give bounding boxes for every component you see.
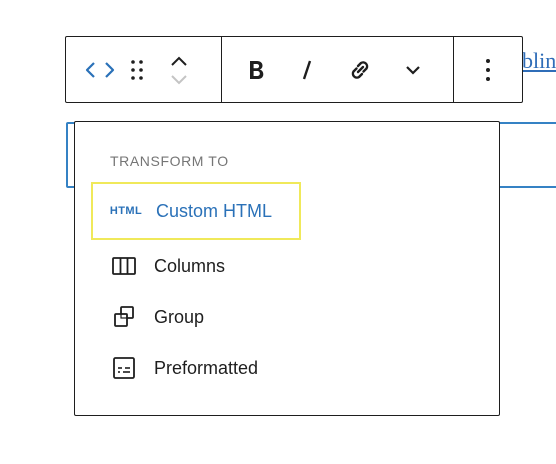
menu-item-custom-html[interactable]: HTML Custom HTML [91, 182, 301, 240]
menu-item-label: Custom HTML [156, 200, 273, 221]
transform-heading: TRANSFORM TO [110, 153, 229, 169]
italic-button[interactable] [295, 58, 319, 82]
chevron-down-icon[interactable] [169, 73, 189, 85]
group-icon [108, 304, 140, 330]
block-type-button[interactable] [84, 60, 116, 80]
menu-item-columns[interactable]: Columns [91, 237, 301, 295]
chevron-down-icon [406, 65, 420, 75]
html-icon-label: HTML [109, 205, 143, 217]
menu-item-preformatted[interactable]: Preformatted [91, 339, 301, 397]
menu-item-label: Preformatted [154, 357, 259, 378]
chevron-up-icon[interactable] [169, 55, 189, 67]
paragraph-link-text[interactable]: blin [522, 48, 556, 74]
code-icon [85, 61, 115, 78]
kebab-icon [486, 58, 490, 81]
menu-item-group[interactable]: Group [91, 288, 301, 346]
columns-icon [108, 255, 140, 277]
editor-canvas: blin TRANSFORM TO HTML Custom HTML Colum… [0, 0, 556, 464]
block-mover [167, 55, 191, 85]
bold-icon [250, 60, 264, 79]
drag-icon [131, 59, 143, 80]
bold-button[interactable] [244, 58, 268, 82]
link-button[interactable] [345, 56, 375, 84]
block-toolbar-group-options [454, 37, 522, 102]
block-toolbar-group-format [222, 37, 454, 102]
html-icon: HTML [110, 205, 142, 217]
preformatted-icon [108, 356, 140, 380]
menu-item-label: Group [154, 306, 205, 327]
transform-dropdown: TRANSFORM TO HTML Custom HTML Columns Gr… [74, 121, 500, 416]
options-button[interactable] [484, 57, 492, 83]
menu-item-label: Columns [154, 255, 226, 276]
more-rich-text-button[interactable] [401, 64, 425, 76]
drag-handle-button[interactable] [126, 58, 148, 82]
block-toolbar [65, 36, 523, 103]
block-toolbar-group-block [66, 37, 222, 102]
italic-icon [302, 60, 312, 79]
link-icon [351, 60, 369, 79]
